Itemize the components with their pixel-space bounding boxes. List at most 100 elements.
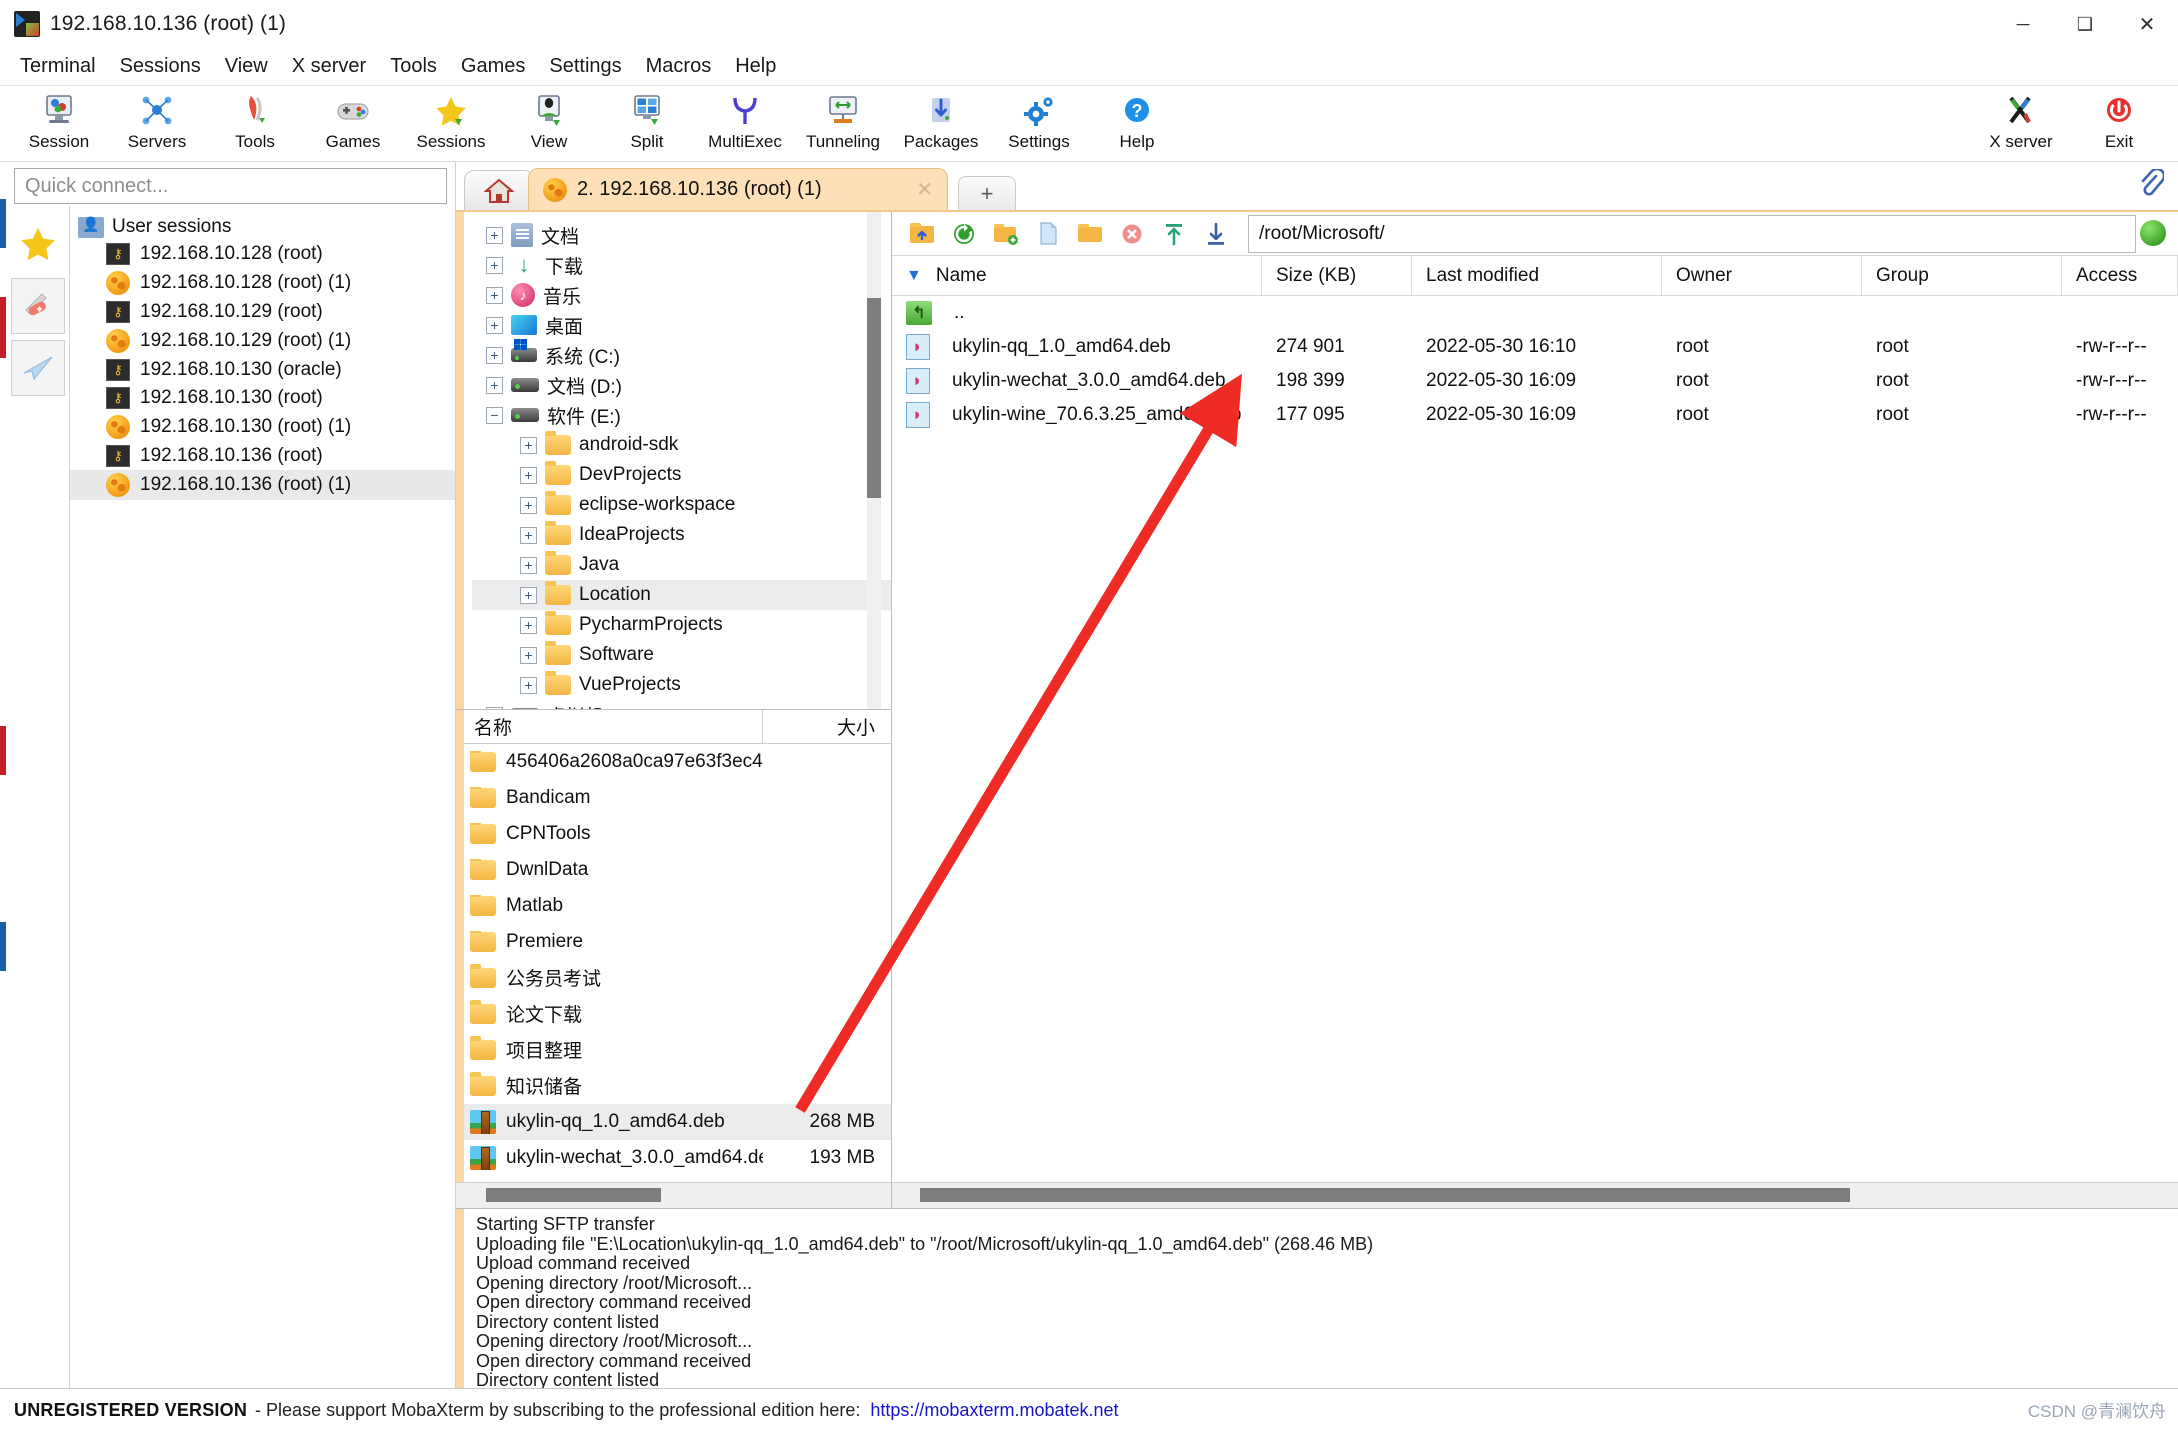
tree-expander-icon[interactable]: +: [520, 527, 537, 544]
remote-path-field[interactable]: /root/Microsoft/: [1248, 215, 2136, 253]
local-file-row[interactable]: Bandicam: [456, 780, 891, 816]
toolbar-servers-button[interactable]: Servers: [108, 90, 206, 152]
tree-node[interactable]: +文档 (D:): [472, 370, 891, 400]
tree-expander-icon[interactable]: +: [486, 257, 503, 274]
menu-x-server[interactable]: X server: [280, 51, 378, 82]
tree-node[interactable]: +♪音乐: [472, 280, 891, 310]
delete-icon[interactable]: [1114, 217, 1150, 251]
tree-expander-icon[interactable]: +: [486, 347, 503, 364]
tree-expander-icon[interactable]: +: [520, 497, 537, 514]
session-item[interactable]: ⚷192.168.10.136 (root): [70, 442, 455, 470]
remote-col-modified[interactable]: Last modified: [1412, 256, 1662, 295]
remote-col-owner[interactable]: Owner: [1662, 256, 1862, 295]
close-button[interactable]: ✕: [2116, 0, 2178, 48]
tree-node[interactable]: +IdeaProjects: [472, 520, 891, 550]
new-folder-icon[interactable]: [988, 217, 1024, 251]
toolbar-session-button[interactable]: Session: [10, 90, 108, 152]
toolbar-x-server-button[interactable]: X server: [1972, 90, 2070, 152]
menu-games[interactable]: Games: [449, 51, 537, 82]
remote-hscroll-thumb[interactable]: [920, 1188, 1850, 1202]
menu-terminal[interactable]: Terminal: [8, 51, 108, 82]
remote-file-row[interactable]: ukylin-wechat_3.0.0_amd64.deb198 3992022…: [892, 364, 2178, 398]
local-file-row[interactable]: 456406a2608a0ca97e63f3ec4...: [456, 744, 891, 780]
menu-view[interactable]: View: [213, 51, 280, 82]
local-hscrollbar[interactable]: [456, 1182, 891, 1208]
tree-expander-icon[interactable]: +: [520, 557, 537, 574]
tree-node[interactable]: +虚拟机 (F:): [472, 700, 891, 710]
remote-file-row[interactable]: ukylin-qq_1.0_amd64.deb274 9012022-05-30…: [892, 330, 2178, 364]
session-item[interactable]: ⚷192.168.10.130 (root): [70, 384, 455, 412]
session-item[interactable]: 192.168.10.129 (root) (1): [70, 326, 455, 356]
tree-expander-icon[interactable]: +: [486, 227, 503, 244]
tree-node[interactable]: +eclipse-workspace: [472, 490, 891, 520]
tree-scrollbar-thumb[interactable]: [867, 298, 881, 498]
remote-col-name[interactable]: ▼ Name: [892, 256, 1262, 295]
toolbar-tools-button[interactable]: Tools: [206, 90, 304, 152]
local-file-row[interactable]: ukylin-qq_1.0_amd64.deb268 MB: [456, 1104, 891, 1140]
local-hscroll-thumb[interactable]: [486, 1188, 661, 1202]
menu-help[interactable]: Help: [723, 51, 788, 82]
tab-home[interactable]: [464, 170, 534, 210]
toolbar-games-button[interactable]: Games: [304, 90, 402, 152]
session-item[interactable]: 192.168.10.128 (root) (1): [70, 268, 455, 298]
remote-col-access[interactable]: Access: [2062, 256, 2178, 295]
local-col-name[interactable]: 名称: [456, 710, 763, 743]
tree-node[interactable]: +Java: [472, 550, 891, 580]
download-icon[interactable]: [1198, 217, 1234, 251]
local-file-row[interactable]: ukylin-wechat_3.0.0_amd64.deb193 MB: [456, 1140, 891, 1176]
maximize-button[interactable]: ❑: [2054, 0, 2116, 48]
tree-expander-icon[interactable]: +: [520, 677, 537, 694]
tree-node[interactable]: +android-sdk: [472, 430, 891, 460]
quick-connect-input[interactable]: [14, 168, 447, 204]
menu-macros[interactable]: Macros: [634, 51, 724, 82]
menu-tools[interactable]: Tools: [378, 51, 449, 82]
toolbar-tunneling-button[interactable]: Tunneling: [794, 90, 892, 152]
tree-node[interactable]: −软件 (E:): [472, 400, 891, 430]
send-plane-icon[interactable]: [11, 340, 65, 396]
local-file-row[interactable]: CPNTools: [456, 816, 891, 852]
tab-close-icon[interactable]: ✕: [898, 177, 933, 202]
tree-node[interactable]: +桌面: [472, 310, 891, 340]
go-up-folder-icon[interactable]: [904, 217, 940, 251]
tree-expander-icon[interactable]: +: [486, 287, 503, 304]
toolbar-sessions-button[interactable]: Sessions: [402, 90, 500, 152]
toolbar-multiexec-button[interactable]: MultiExec: [696, 90, 794, 152]
sessions-root-node[interactable]: User sessions: [70, 214, 455, 240]
menu-settings[interactable]: Settings: [537, 51, 633, 82]
new-tab-button[interactable]: +: [958, 176, 1016, 210]
remote-col-group[interactable]: Group: [1862, 256, 2062, 295]
open-folder-icon[interactable]: [1072, 217, 1108, 251]
session-item[interactable]: 192.168.10.136 (root) (1): [70, 470, 455, 500]
local-col-size[interactable]: 大小: [763, 713, 891, 740]
tree-expander-icon[interactable]: −: [486, 407, 503, 424]
mobaxterm-link[interactable]: https://mobaxterm.mobatek.net: [870, 1400, 1118, 1421]
remote-col-size[interactable]: Size (KB): [1262, 256, 1412, 295]
tree-node[interactable]: +Software: [472, 640, 891, 670]
remote-file-row[interactable]: ↰..: [892, 296, 2178, 330]
tree-expander-icon[interactable]: +: [520, 647, 537, 664]
local-file-row[interactable]: 公务员考试: [456, 960, 891, 996]
tree-expander-icon[interactable]: +: [520, 467, 537, 484]
session-item[interactable]: 192.168.10.130 (root) (1): [70, 412, 455, 442]
tree-node[interactable]: +VueProjects: [472, 670, 891, 700]
tree-expander-icon[interactable]: +: [486, 707, 503, 711]
upload-icon[interactable]: [1156, 217, 1192, 251]
refresh-icon[interactable]: [946, 217, 982, 251]
tree-expander-icon[interactable]: +: [486, 377, 503, 394]
tree-node[interactable]: +系统 (C:): [472, 340, 891, 370]
remote-file-row[interactable]: ukylin-wine_70.6.3.25_amd64.deb177 09520…: [892, 398, 2178, 432]
tools-knife-icon[interactable]: [11, 278, 65, 334]
new-file-icon[interactable]: [1030, 217, 1066, 251]
tree-node[interactable]: +PycharmProjects: [472, 610, 891, 640]
toolbar-help-button[interactable]: ? Help: [1088, 90, 1186, 152]
paperclip-icon[interactable]: [2138, 169, 2164, 206]
toolbar-exit-button[interactable]: Exit: [2070, 90, 2168, 152]
remote-hscrollbar[interactable]: [892, 1182, 2178, 1208]
tree-expander-icon[interactable]: +: [486, 317, 503, 334]
tab-sftp-session[interactable]: 2. 192.168.10.136 (root) (1) ✕: [528, 168, 948, 210]
local-file-row[interactable]: 项目整理: [456, 1032, 891, 1068]
tree-node[interactable]: +↓下载: [472, 250, 891, 280]
toolbar-view-button[interactable]: View: [500, 90, 598, 152]
tree-node[interactable]: +Location: [472, 580, 891, 610]
minimize-button[interactable]: ─: [1992, 0, 2054, 48]
